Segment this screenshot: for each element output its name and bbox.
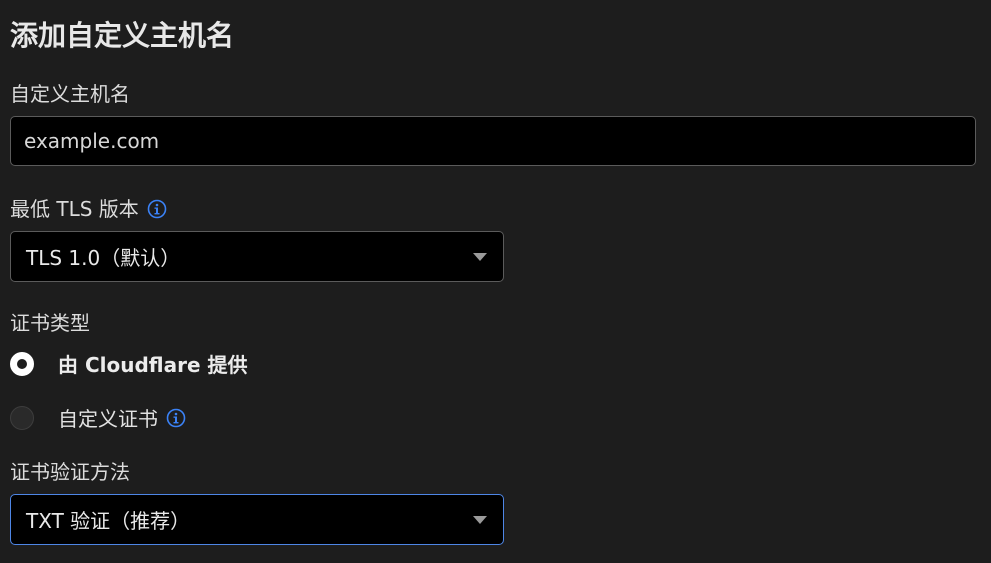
min-tls-label: 最低 TLS 版本 (10, 195, 167, 223)
radio-option-custom-cert[interactable]: 自定义证书 (10, 403, 186, 432)
page-title: 添加自定义主机名 (10, 19, 235, 52)
min-tls-label-text: 最低 TLS 版本 (10, 197, 139, 221)
add-custom-hostname-form: 添加自定义主机名 自定义主机名 最低 TLS 版本 TLS 1.0（默认） 证书… (0, 0, 991, 563)
min-tls-select[interactable]: TLS 1.0（默认） (10, 231, 504, 282)
validation-method-label-text: 证书验证方法 (10, 460, 130, 484)
validation-method-label: 证书验证方法 (10, 458, 130, 486)
hostname-label: 自定义主机名 (10, 80, 130, 108)
radio-button-checked[interactable] (10, 351, 34, 376)
cert-type-label: 证书类型 (10, 309, 90, 337)
chevron-down-icon (473, 515, 487, 524)
radio-label-custom-cert-wrap: 自定义证书 (58, 403, 186, 432)
info-circle-icon[interactable] (147, 199, 167, 219)
radio-label-custom-cert: 自定义证书 (58, 407, 158, 431)
radio-button-unchecked[interactable] (10, 405, 34, 430)
cert-type-label-text: 证书类型 (10, 311, 90, 335)
radio-label-cloudflare: 由 Cloudflare 提供 (58, 353, 248, 377)
info-circle-icon[interactable] (166, 408, 186, 428)
min-tls-selected-value: TLS 1.0（默认） (26, 246, 181, 270)
hostname-input[interactable] (10, 116, 976, 166)
hostname-label-text: 自定义主机名 (10, 82, 130, 106)
validation-method-select[interactable]: TXT 验证（推荐） (10, 494, 504, 545)
chevron-down-icon (473, 252, 487, 261)
validation-selected-value: TXT 验证（推荐） (26, 509, 191, 533)
radio-option-cloudflare[interactable]: 由 Cloudflare 提供 (10, 349, 248, 378)
